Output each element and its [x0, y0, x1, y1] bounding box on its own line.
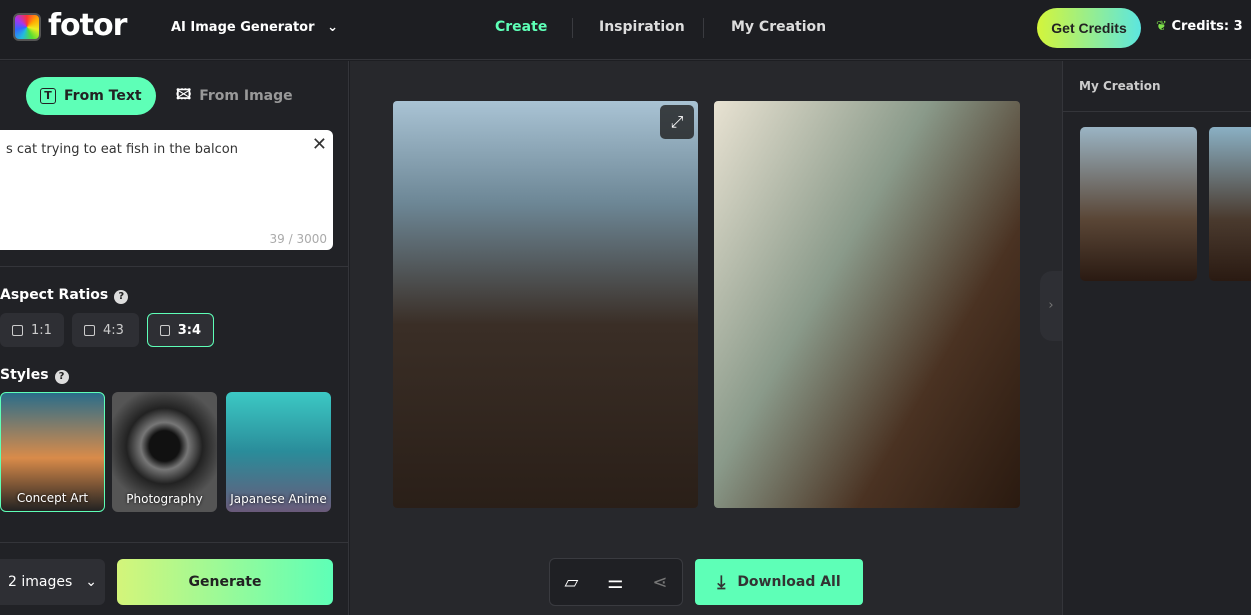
aspect-ratios-title: Aspect Ratios: [0, 287, 109, 303]
nav-my-creation[interactable]: My Creation: [731, 19, 826, 35]
char-counter: 39 / 3000: [269, 232, 327, 246]
style-label: Photography: [126, 492, 203, 506]
download-icon: ⤓: [717, 571, 726, 593]
style-label: Concept Art: [16, 491, 89, 505]
tab-label: From Image: [199, 88, 293, 104]
tool-label: AI Image Generator: [171, 20, 315, 35]
help-icon[interactable]: ?: [54, 370, 69, 384]
collapse-chevron-icon[interactable]: ›: [1040, 271, 1062, 341]
prompt-input[interactable]: s cat trying to eat fish in the balcon ✕…: [0, 130, 333, 250]
square-icon: [84, 324, 95, 336]
results-area: ⤢ ▱ ⚌ ⋖ ⤓ Download All ›: [350, 61, 1062, 615]
generated-image-1[interactable]: ⤢: [393, 101, 698, 508]
credits-count: Credits: 3: [1171, 19, 1243, 34]
generate-button[interactable]: Generate: [117, 559, 333, 605]
image-icon: 🖾: [176, 87, 192, 103]
styles-title: Styles: [0, 367, 49, 383]
tool-dropdown[interactable]: AI Image Generator ⌄: [171, 20, 338, 35]
creation-thumbnail[interactable]: [1209, 127, 1251, 281]
square-icon: [12, 324, 23, 336]
tab-label: From Text: [64, 88, 142, 104]
nav-inspiration[interactable]: Inspiration: [599, 19, 685, 35]
bookmark-icon[interactable]: ▱: [564, 572, 578, 593]
generated-image-2[interactable]: [714, 101, 1020, 508]
creation-thumbnail[interactable]: [1080, 127, 1197, 281]
help-icon[interactable]: ?: [114, 290, 129, 304]
aspect-1-1[interactable]: 1:1: [0, 313, 64, 347]
text-icon: T: [40, 88, 56, 104]
left-panel: T From Text 🖾 From Image s cat trying to e…: [0, 61, 349, 615]
aspect-4-3[interactable]: 4:3: [72, 313, 139, 347]
prompt-text: s cat trying to eat fish in the balcon: [6, 142, 238, 157]
image-count-value: 2 images: [8, 574, 73, 590]
download-all-button[interactable]: ⤓ Download All: [695, 559, 863, 605]
download-label: Download All: [737, 574, 841, 590]
tab-from-image[interactable]: 🖾 From Image: [162, 77, 307, 115]
aspect-label: 4:3: [103, 322, 124, 338]
chevron-down-icon: ⌄: [85, 574, 97, 590]
image-count-select[interactable]: 2 images ⌄: [0, 559, 105, 605]
clear-icon[interactable]: ✕: [312, 134, 327, 155]
my-creation-title: My Creation: [1079, 79, 1161, 93]
top-bar: fotor AI Image Generator ⌄ Create Inspir…: [0, 0, 1251, 60]
share-icon[interactable]: ⋖: [652, 572, 667, 593]
adjust-icon[interactable]: ⚌: [607, 572, 623, 593]
my-creation-panel: My Creation: [1062, 61, 1251, 615]
style-concept-art[interactable]: Concept Art: [0, 392, 105, 512]
style-label: Japanese Anime: [230, 492, 327, 506]
get-credits-button[interactable]: Get Credits: [1037, 8, 1141, 48]
tab-from-text[interactable]: T From Text: [26, 77, 156, 115]
aspect-label: 3:4: [177, 322, 201, 338]
image-actions: ▱ ⚌ ⋖: [549, 558, 683, 606]
logo[interactable]: fotor: [48, 8, 127, 43]
nav-create[interactable]: Create: [495, 19, 547, 35]
fotor-logo-icon[interactable]: [13, 13, 41, 41]
leaf-icon: ❦: [1156, 19, 1167, 34]
square-icon: [160, 324, 170, 336]
aspect-3-4[interactable]: 3:4: [147, 313, 214, 347]
aspect-label: 1:1: [31, 322, 52, 338]
chevron-down-icon: ⌄: [327, 20, 338, 35]
style-japanese-anime[interactable]: Japanese Anime: [226, 392, 331, 512]
style-photography[interactable]: Photography: [112, 392, 217, 512]
expand-icon[interactable]: ⤢: [660, 105, 694, 139]
